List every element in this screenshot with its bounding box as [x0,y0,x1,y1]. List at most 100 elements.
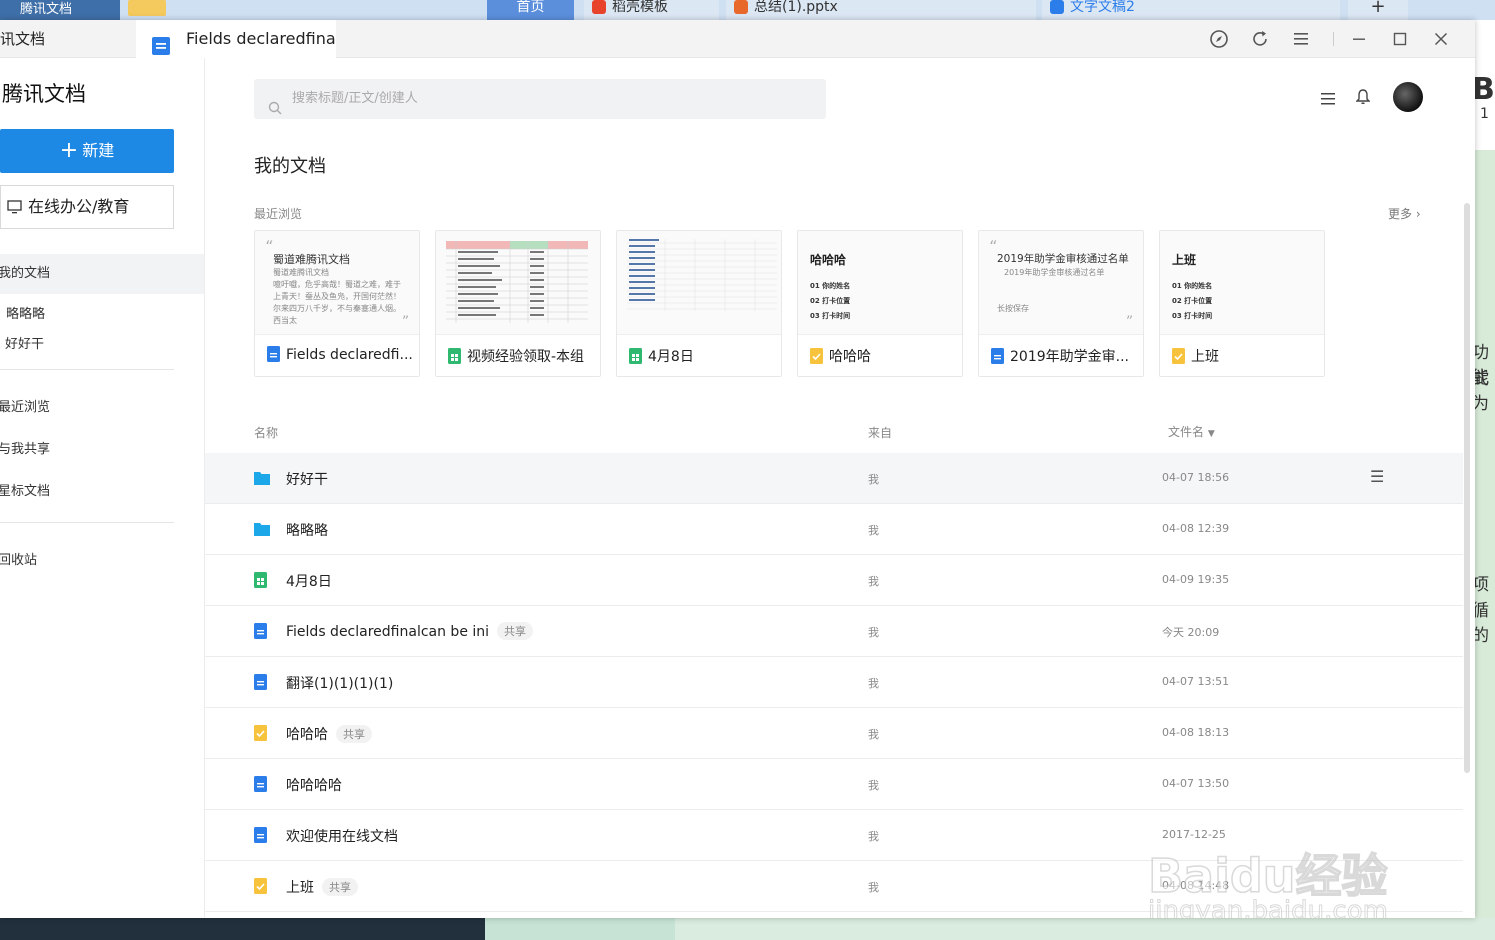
maximize-icon[interactable] [1390,29,1410,49]
minimize-icon[interactable] [1349,29,1369,49]
card-thumbnail [436,231,600,335]
thumb-title: 上班 [1172,253,1197,267]
avatar[interactable] [1393,82,1423,112]
online-office-button[interactable]: 在线办公/教育 [0,185,174,229]
scrollbar[interactable] [1464,203,1470,773]
recent-card[interactable]: 4月8日 [616,230,782,377]
quote-mark: ” [1125,314,1133,330]
spreadsheet-preview [627,239,777,311]
recent-card[interactable]: 视频经验领取-本组 [435,230,601,377]
background-desktop [675,918,1495,940]
file-name-text: Fields declaredfinalcan be ini [286,624,490,640]
tencent-docs-window: 讯文档 Fields declaredfinal 腾讯文档 + 新建 在线办公/… [0,20,1475,918]
thumb-form-fields: 01 你的姓名 02 打卡位置 03 打卡时间 [1172,279,1212,324]
recent-card[interactable]: 上班 01 你的姓名 02 打卡位置 03 打卡时间 上班 [1159,230,1325,377]
file-modified-time: 今天 20:09 [1162,626,1220,639]
quote-mark: “ [265,237,274,256]
file-name: 好好干 [286,469,328,489]
sidebar-item-starred[interactable]: 星标文档 [0,480,50,499]
background-text: 循的 [1472,601,1489,646]
new-button[interactable]: + 新建 [0,129,174,173]
active-document-tab[interactable]: Fields declaredfinal [136,20,336,58]
file-name: 哈哈哈哈 [286,775,342,795]
doc-icon [254,623,267,643]
form-field-item: 03 打卡时间 [1172,312,1213,320]
desktop-window-label: 腾讯文档 [0,0,120,20]
browser-tab-home[interactable]: 首页 [487,0,574,20]
file-name-text: 4月8日 [286,574,332,590]
thumb-body: 蜀道难腾讯文档 噫吁嚱，危乎高哉！蜀道之难，难于上青天！蚕丛及鱼凫，开国何茫然！尔… [273,267,408,327]
sidebar-item-folder-haohaogan[interactable]: 好好干 [5,333,44,352]
sidebar-item-my-docs[interactable]: 我的文档 [0,254,204,294]
new-button-label: 新建 [82,141,115,160]
file-owner: 我 [868,473,879,486]
refresh-icon[interactable] [1250,29,1270,49]
background-text: Bl [1472,72,1495,107]
background-document-green [1475,150,1495,940]
sheet-icon [629,348,642,368]
file-owner: 我 [868,881,879,894]
browser-tab-wps-doc[interactable]: 文字文稿2 [1042,0,1340,20]
table-row[interactable]: 翻译(1)(1)(1)(1) 我 04-07 13:51 [205,657,1463,708]
file-name-text: 欢迎使用在线文档 [286,829,398,845]
sidebar-item-recent[interactable]: 最近浏览 [0,396,50,415]
card-name: 哈哈哈 [810,346,960,368]
browser-tab-template[interactable]: 稻壳模板 [584,0,719,20]
close-icon[interactable] [1431,29,1451,49]
thumb-subtitle: 蜀道难腾讯文档 [273,268,329,277]
search-placeholder: 搜索标题/正文/创建人 [292,91,418,106]
table-row[interactable]: 略略略 我 04-08 12:39 [205,504,1463,555]
table-row[interactable]: Fields declaredfinalcan be ini 共享 我 今天 20:0… [205,606,1463,657]
tab-label: 文字文稿2 [1070,0,1135,15]
caret-down-icon: ▼ [1207,429,1215,439]
file-name-text: 哈哈哈 [286,727,328,743]
file-modified-time: 04-08 18:13 [1162,726,1230,739]
sort-dropdown[interactable]: 文件名 ▼ [1168,423,1215,440]
browser-tab-pptx[interactable]: 总结(1).pptx [726,0,1036,20]
thumb-title: 哈哈哈 [810,253,847,267]
compass-icon[interactable] [1209,29,1229,49]
file-name-text: 翻译(1)(1)(1)(1) [286,676,394,692]
divider [0,522,174,523]
more-link[interactable]: 更多 › [1388,205,1421,222]
column-header-name: 名称 [254,426,279,440]
form-field-item: 02 打卡位置 [1172,297,1213,305]
sort-label: 文件名 [1168,425,1205,439]
background-text: 式为 [1472,369,1489,414]
recent-card[interactable]: 哈哈哈 01 你的姓名 02 打卡位置 03 打卡时间 哈哈哈 [797,230,963,377]
spreadsheet-preview [446,241,588,323]
doc-icon [152,31,170,58]
bell-icon[interactable] [1355,89,1371,110]
table-row[interactable]: 哈哈哈 共享 我 04-08 18:13 [205,708,1463,759]
sidebar-item-folder-lueluelue[interactable]: 略略略 [6,303,45,322]
sheet-icon [254,572,267,592]
recent-card[interactable]: “ 蜀道难腾讯文档 蜀道难腾讯文档 噫吁嚱，危乎高哉！蜀道之难，难于上青天！蚕丛及… [254,230,420,377]
file-modified-time: 04-08 12:39 [1162,522,1230,535]
sidebar-item-trash[interactable]: 回收站 [0,549,37,568]
search-input[interactable]: 搜索标题/正文/创建人 [254,79,826,119]
row-menu-icon[interactable]: ☰ [1370,467,1384,486]
doc-icon [254,827,267,847]
table-row[interactable]: 4月8日 我 04-09 19:35 [205,555,1463,606]
online-office-label: 在线办公/教育 [28,197,130,216]
shared-badge: 共享 [336,725,372,743]
table-row[interactable]: 好好干 我 04-07 18:56 ☰ [205,453,1463,504]
card-name-text: Fields declaredfi... [286,347,413,363]
form-field-item: 01 你的姓名 [1172,282,1213,290]
menu-icon[interactable] [1291,29,1311,49]
sidebar-item-shared[interactable]: 与我共享 [0,438,50,457]
monitor-icon [7,188,22,230]
recent-card[interactable]: “ 2019年助学金审核通过名单 2019年助学金审核通过名单 长按保存 ” 2… [978,230,1144,377]
thumb-title: 2019年助学金审核通过名单 [997,253,1129,265]
card-thumbnail: “ 2019年助学金审核通过名单 2019年助学金审核通过名单 长按保存 ” [979,231,1143,335]
card-thumbnail: “ 蜀道难腾讯文档 蜀道难腾讯文档 噫吁嚱，危乎高哉！蜀道之难，难于上青天！蚕丛及… [255,231,419,335]
new-tab-button[interactable]: + [1348,0,1408,20]
sidebar-item-label: 我的文档 [0,266,51,281]
shared-badge: 共享 [322,878,358,896]
background-text: 1 [1480,106,1489,122]
title-bar: 讯文档 Fields declaredfinal [0,20,1475,58]
file-name: 上班 共享 [286,877,358,897]
file-modified-time: 04-07 18:56 [1162,471,1230,484]
list-view-icon[interactable] [1321,90,1335,111]
file-owner: 我 [868,677,879,690]
